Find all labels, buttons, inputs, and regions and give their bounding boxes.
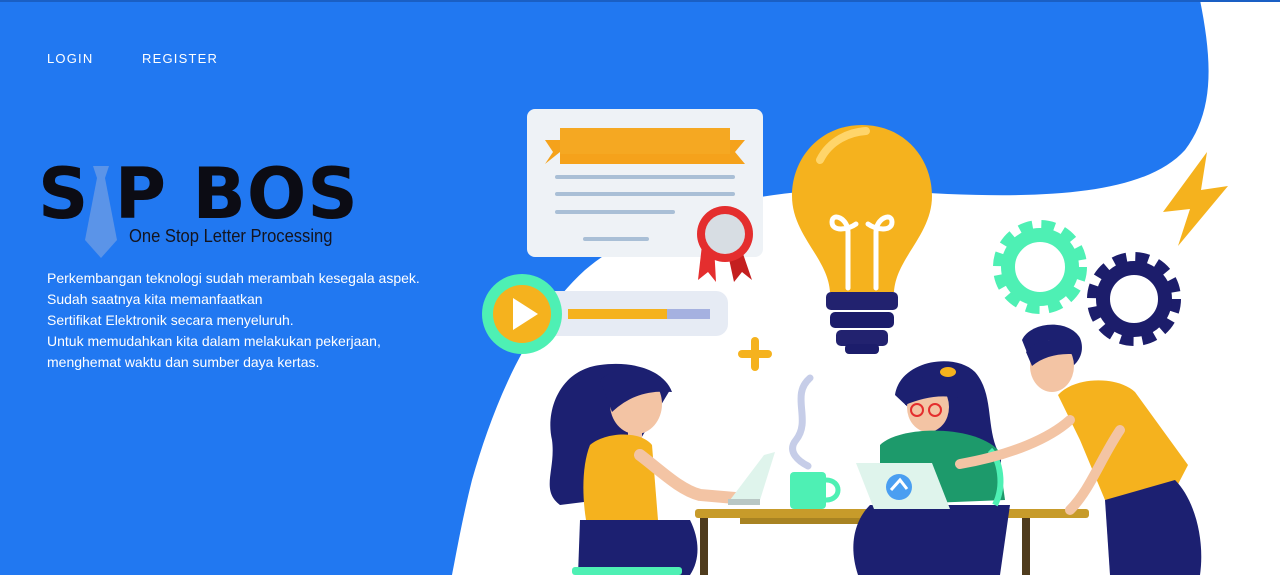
person-woman-middle [853, 361, 1010, 575]
light-bulb-icon [792, 125, 932, 354]
ribbon-badge-icon [697, 206, 753, 282]
gear-icon [1087, 252, 1181, 346]
certificate-illustration [527, 109, 763, 282]
landing-page: LOGIN REGISTER S P BOS One Stop Letter P… [0, 0, 1280, 575]
teamwork-illustration [482, 109, 1228, 575]
video-player-illustration [482, 274, 728, 354]
plus-icon [738, 337, 772, 371]
gear-icon [993, 220, 1087, 314]
lightning-icon [1163, 152, 1228, 246]
coffee-cup-icon [790, 472, 841, 509]
person-woman-left [549, 363, 775, 575]
